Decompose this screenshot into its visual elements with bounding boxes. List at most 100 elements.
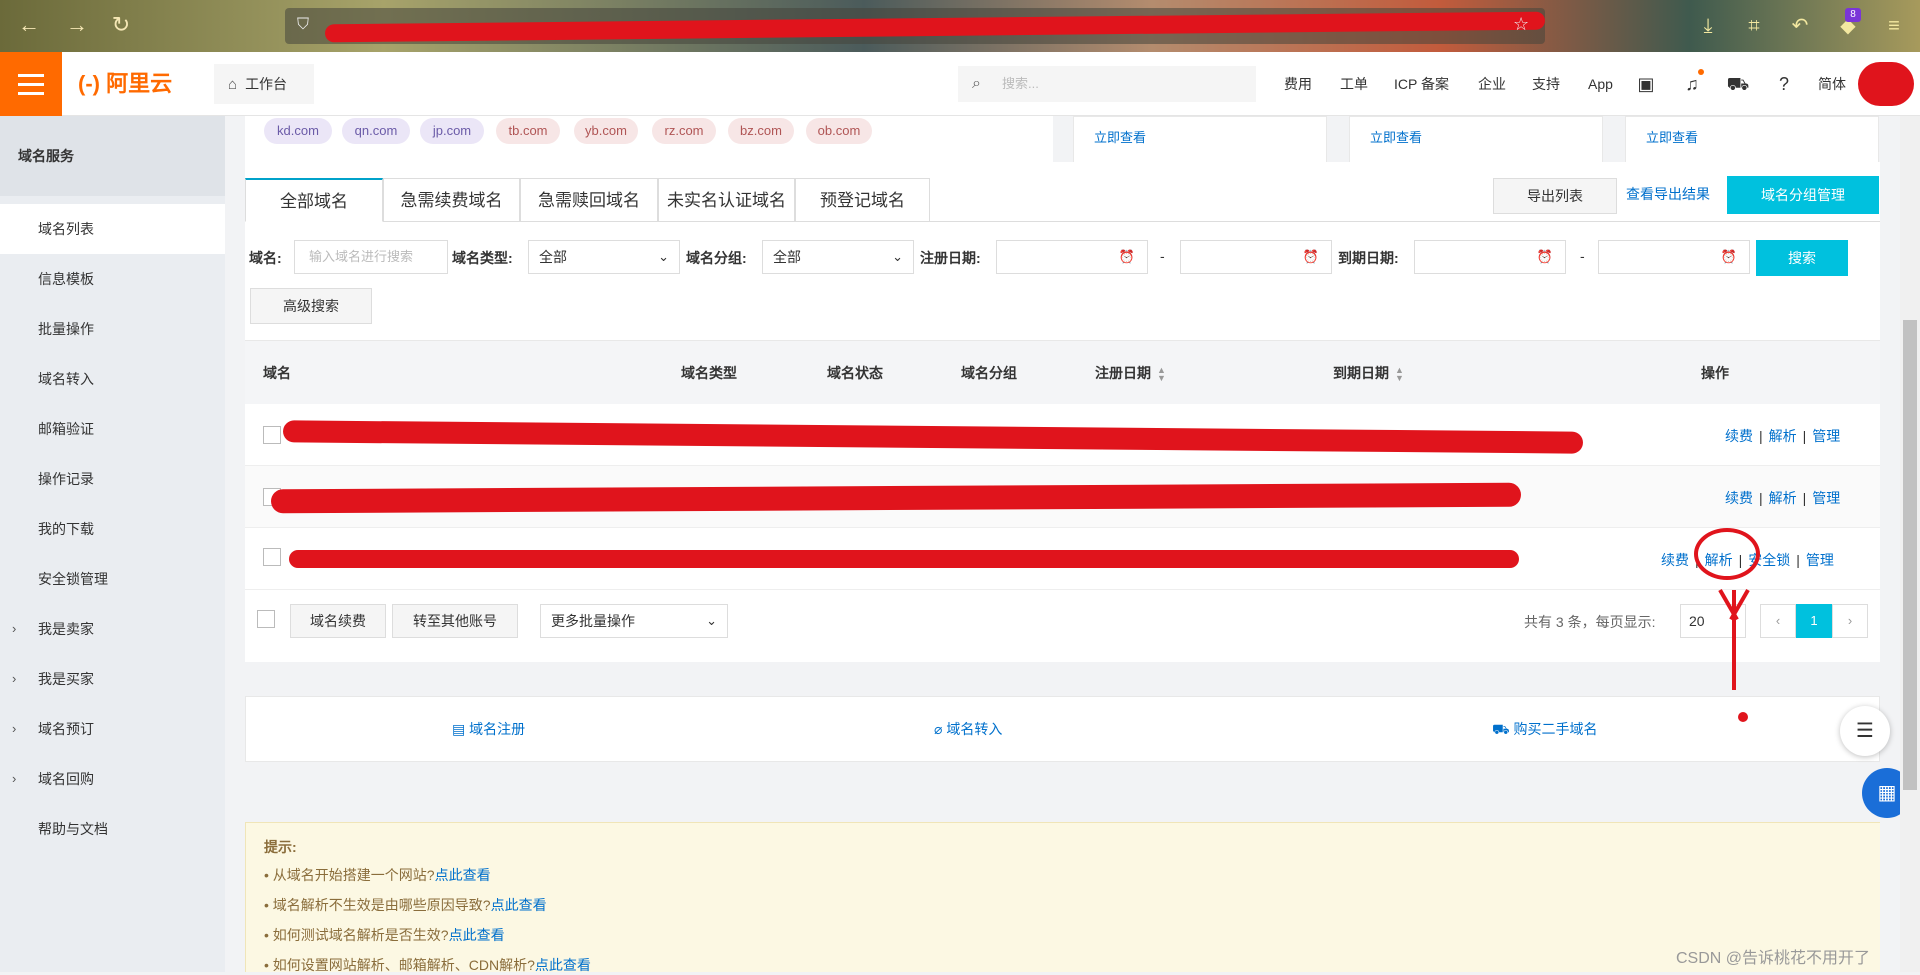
more-batch-ops-select[interactable]: 更多批量操作 ⌄	[540, 604, 728, 638]
tip-link[interactable]: 点此查看	[449, 927, 505, 943]
scrollbar-thumb[interactable]	[1903, 320, 1917, 790]
manage-link[interactable]: 管理	[1812, 428, 1840, 444]
search-button[interactable]: 搜索	[1756, 240, 1848, 276]
tip-link[interactable]: 点此查看	[491, 897, 547, 913]
exp-date-end[interactable]: ⏰	[1598, 240, 1750, 274]
dns-link[interactable]: 解析	[1769, 490, 1797, 506]
view-export-link[interactable]: 查看导出结果	[1626, 184, 1710, 204]
type-select[interactable]: 全部 ⌄	[528, 240, 680, 274]
group-manage-button[interactable]: 域名分组管理	[1727, 176, 1879, 214]
domain-search-input[interactable]: 输入域名进行搜索	[294, 240, 448, 274]
forward-icon[interactable]: →	[62, 10, 92, 40]
chevron-down-icon: ⌄	[658, 249, 669, 264]
terminal-icon[interactable]: ▣	[1634, 72, 1658, 96]
chevron-right-icon: ›	[12, 671, 17, 686]
search-input[interactable]: ⌕ 搜索...	[958, 66, 1256, 102]
aliyun-logo[interactable]: (-) 阿里云	[78, 69, 188, 99]
sidebar-item-domain-transfer[interactable]: 域名转入	[0, 354, 225, 404]
nav-support[interactable]: 支持	[1532, 74, 1560, 94]
workbench-button[interactable]: ⌂ 工作台	[214, 64, 314, 104]
sidebar-item-batch-ops[interactable]: 批量操作	[0, 304, 225, 354]
sidebar-item-security-lock[interactable]: 安全锁管理	[0, 554, 225, 604]
transfer-account-button[interactable]: 转至其他账号	[392, 604, 518, 638]
help-icon[interactable]: ?	[1772, 72, 1796, 96]
th-reg-date[interactable]: 注册日期 ▲ ▼	[1095, 363, 1166, 383]
bell-icon[interactable]: ♫	[1680, 72, 1704, 96]
buy-used-domain-link[interactable]: ⛟ 购买二手域名	[1492, 719, 1598, 740]
table-row: 续费 | 解析 | 管理	[245, 466, 1880, 528]
back-icon[interactable]: ←	[14, 10, 44, 40]
sidebar-item-seller[interactable]: › 我是卖家	[0, 604, 225, 654]
renew-link[interactable]: 续费	[1725, 490, 1753, 506]
tip-item: • 如何设置网站解析、邮箱解析、CDN解析?点此查看	[264, 957, 591, 973]
sidebar-item-downloads[interactable]: 我的下载	[0, 504, 225, 554]
domain-tag[interactable]: yb.com	[574, 118, 638, 144]
tip-link[interactable]: 点此查看	[535, 957, 591, 973]
hamburger-menu-button[interactable]	[0, 52, 62, 116]
reg-date-end[interactable]: ⏰	[1180, 240, 1332, 274]
address-bar[interactable]: ⛉ ☆	[285, 8, 1546, 44]
language-switch[interactable]: 简体	[1818, 74, 1846, 94]
nav-tickets[interactable]: 工单	[1340, 74, 1368, 94]
menu-icon[interactable]: ≡	[1880, 12, 1908, 40]
domain-tag[interactable]: tb.com	[496, 118, 560, 144]
tab-renew-urgent[interactable]: 急需续费域名	[383, 178, 520, 222]
sidebar-item-email-verify[interactable]: 邮箱验证	[0, 404, 225, 454]
page-number[interactable]: 1	[1796, 604, 1832, 638]
domain-tag[interactable]: rz.com	[652, 118, 716, 144]
register-domain-link[interactable]: ▤ 域名注册	[452, 719, 525, 739]
cart-icon[interactable]: ⛟	[1726, 72, 1750, 96]
prev-page-button[interactable]: ‹	[1760, 604, 1796, 638]
select-all-checkbox[interactable]	[257, 610, 275, 628]
domain-tag[interactable]: ob.com	[806, 118, 872, 144]
sidebar-item-op-log[interactable]: 操作记录	[0, 454, 225, 504]
transfer-domain-link[interactable]: ⌀ 域名转入	[934, 719, 1002, 739]
crop-icon[interactable]: ⌗	[1740, 12, 1768, 40]
promo-link[interactable]: 立即查看	[1370, 127, 1422, 146]
star-icon[interactable]: ☆	[1513, 14, 1529, 35]
domain-tag[interactable]: bz.com	[728, 118, 794, 144]
row-checkbox[interactable]	[263, 426, 281, 444]
tab-redeem-urgent[interactable]: 急需赎回域名	[520, 178, 658, 222]
manage-link[interactable]: 管理	[1806, 552, 1834, 568]
sidebar-item-buyer[interactable]: › 我是买家	[0, 654, 225, 704]
download-icon[interactable]: ⤓	[1694, 12, 1722, 40]
th-exp-date[interactable]: 到期日期 ▲ ▼	[1333, 363, 1404, 383]
batch-renew-button[interactable]: 域名续费	[290, 604, 386, 638]
domain-tag[interactable]: qn.com	[342, 118, 410, 144]
domain-tag[interactable]: jp.com	[420, 118, 484, 144]
exp-date-start[interactable]: ⏰	[1414, 240, 1566, 274]
nav-app[interactable]: App	[1588, 74, 1613, 94]
dns-link[interactable]: 解析	[1769, 428, 1797, 444]
renew-link[interactable]: 续费	[1725, 428, 1753, 444]
sidebar-item-domain-list[interactable]: 域名列表	[0, 204, 225, 254]
sidebar-item-buyback[interactable]: › 域名回购	[0, 754, 225, 804]
tip-link[interactable]: 点此查看	[435, 867, 491, 883]
row-checkbox[interactable]	[263, 548, 281, 566]
tab-preregistered[interactable]: 预登记域名	[795, 178, 930, 222]
document-icon: ▤	[452, 721, 470, 737]
sidebar-item-reservation[interactable]: › 域名预订	[0, 704, 225, 754]
sidebar-item-help[interactable]: 帮助与文档	[0, 804, 225, 854]
type-select-value: 全部	[539, 249, 567, 265]
group-select[interactable]: 全部 ⌄	[762, 240, 914, 274]
undo-icon[interactable]: ↶	[1786, 12, 1814, 40]
next-page-button[interactable]: ›	[1832, 604, 1868, 638]
promo-link[interactable]: 立即查看	[1094, 127, 1146, 146]
nav-enterprise[interactable]: 企业	[1478, 74, 1506, 94]
nav-icp[interactable]: ICP 备案	[1394, 74, 1449, 94]
reload-icon[interactable]: ↻	[106, 10, 136, 40]
domain-tag[interactable]: kd.com	[264, 118, 332, 144]
promo-link[interactable]: 立即查看	[1646, 127, 1698, 146]
manage-link[interactable]: 管理	[1812, 490, 1840, 506]
tab-unverified[interactable]: 未实名认证域名	[658, 178, 795, 222]
export-list-button[interactable]: 导出列表	[1493, 178, 1617, 214]
avatar[interactable]	[1858, 62, 1914, 106]
renew-link[interactable]: 续费	[1661, 552, 1689, 568]
tab-all-domains[interactable]: 全部域名	[245, 178, 383, 222]
reg-date-start[interactable]: ⏰	[996, 240, 1148, 274]
sidebar-item-info-template[interactable]: 信息模板	[0, 254, 225, 304]
chat-float-button[interactable]: ☰	[1840, 706, 1890, 756]
advanced-search-button[interactable]: 高级搜索	[250, 288, 372, 324]
nav-fees[interactable]: 费用	[1284, 74, 1312, 94]
